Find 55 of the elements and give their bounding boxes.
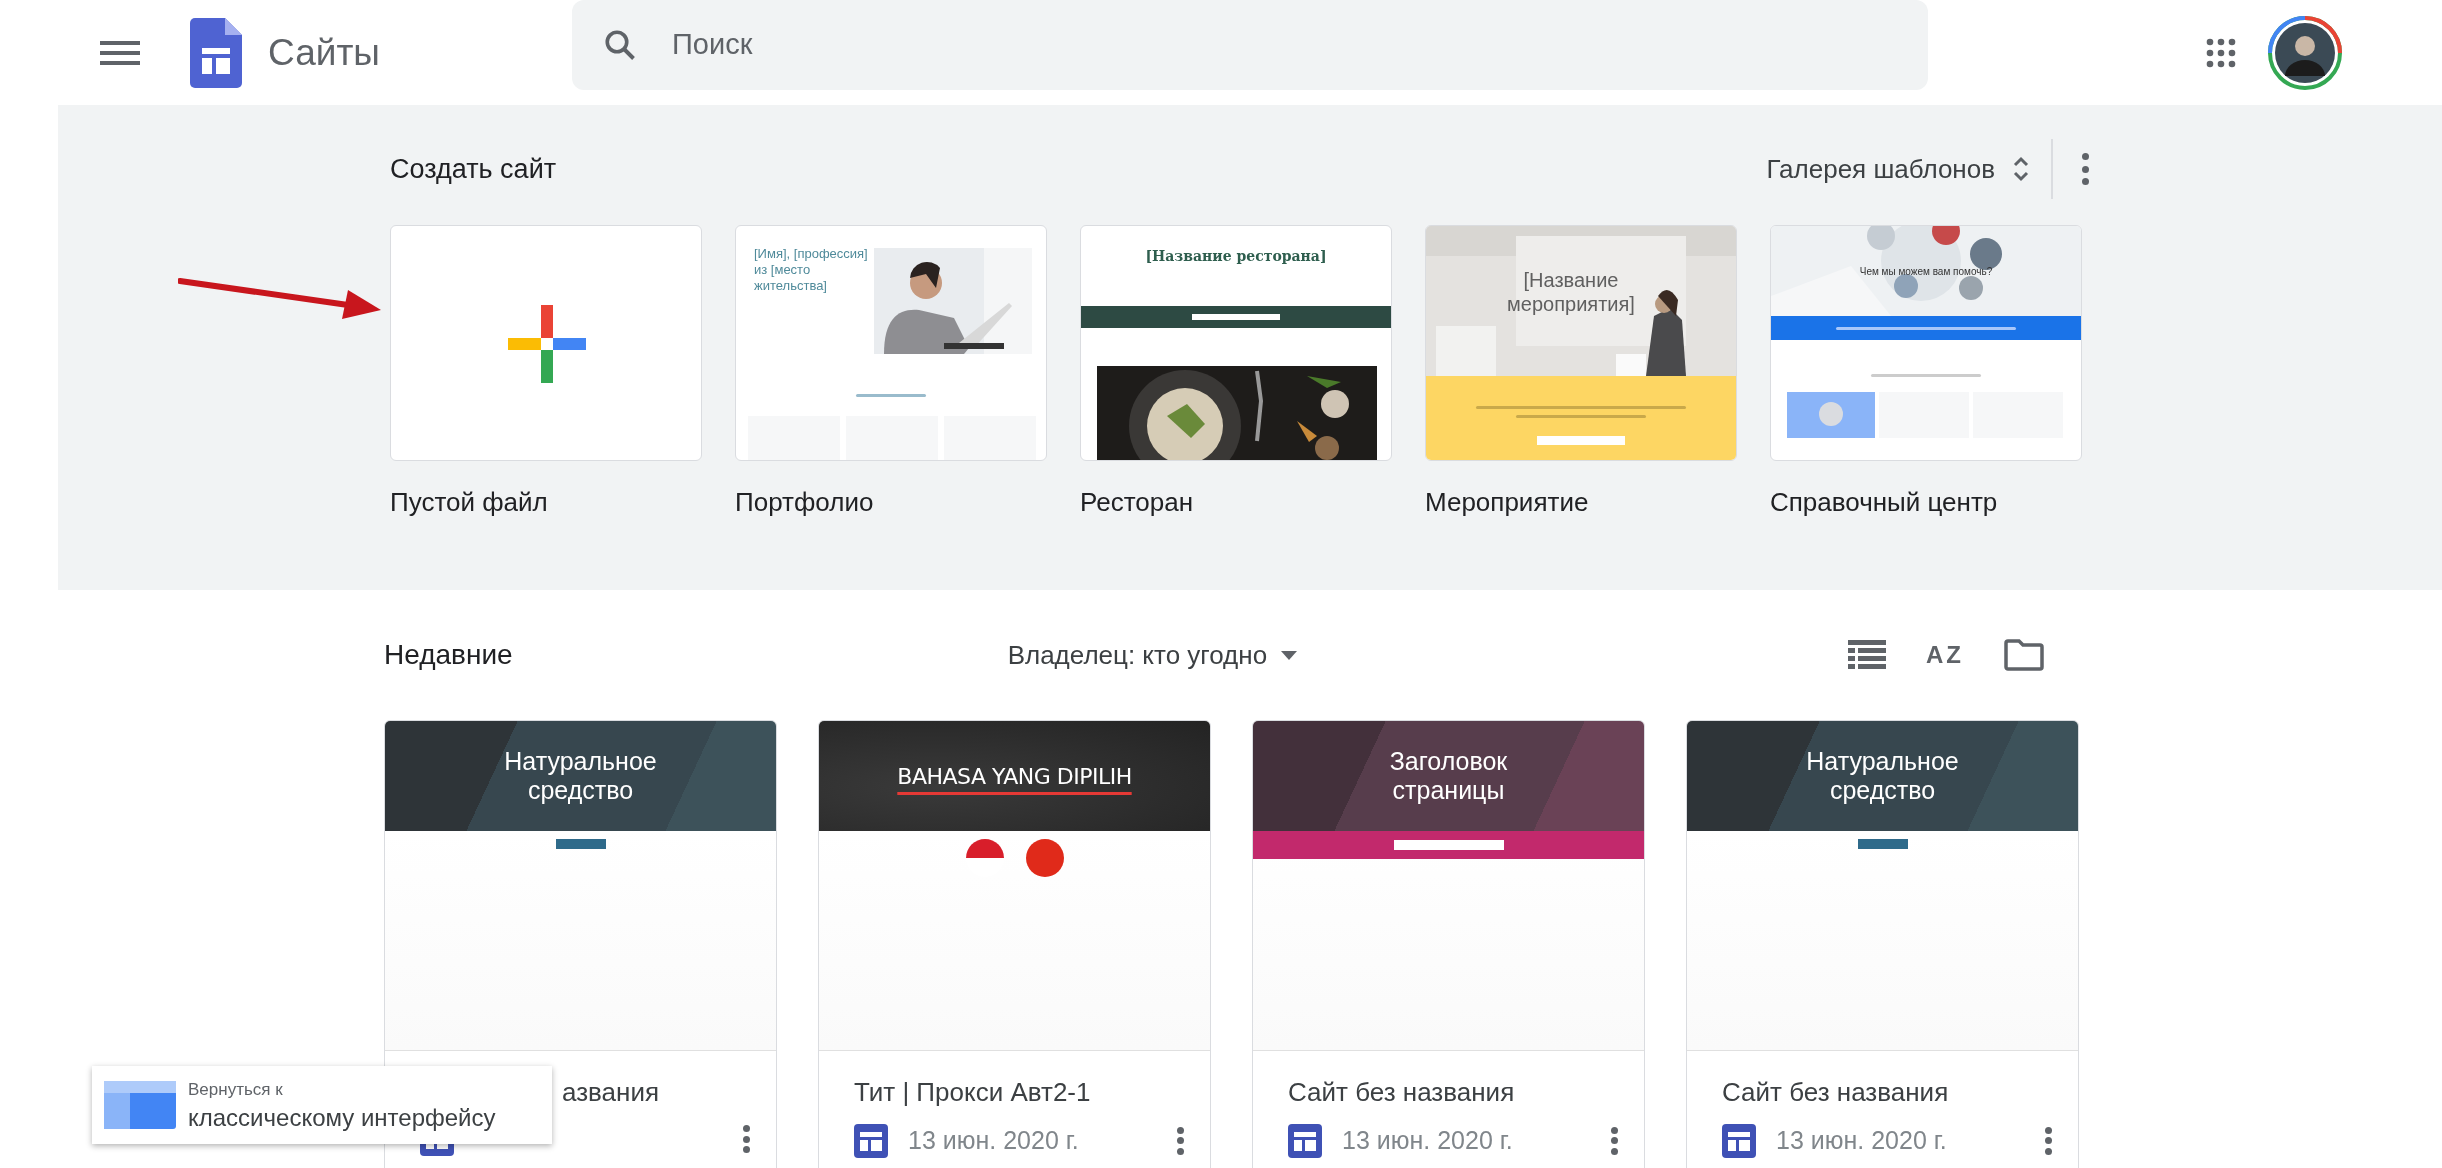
dropdown-arrow-icon [1281, 650, 1298, 660]
avatar-icon[interactable] [2268, 15, 2342, 90]
template-thumbnail[interactable] [390, 225, 702, 461]
site-card[interactable]: BAHASA YANG DIPILIH Тит | Прокси Авт2-1 13 июн. 2020 г. [818, 720, 1211, 1168]
site-date: 13 июн. 2020 г. [1342, 1125, 1513, 1156]
folder-icon[interactable] [2004, 639, 2044, 671]
template-thumbnail[interactable]: [Название мероприятия] [1425, 225, 1737, 461]
sites-logo-icon [190, 17, 242, 88]
template-thumbnail[interactable]: [Имя], [профессия] из [место жительства] [735, 225, 1047, 461]
site-date: 13 июн. 2020 г. [1776, 1125, 1947, 1156]
person-icon [1819, 402, 1843, 426]
section-title: Недавние [384, 638, 513, 672]
sort-button[interactable]: AZ [1926, 637, 1964, 673]
search-input[interactable]: Поиск [672, 23, 1472, 67]
site-card[interactable]: Натуральное средство Сайт без названия 13 июн. 2020 г. [1686, 720, 2079, 1168]
preview-heading: [Имя], [профессия] из [место жительства] [754, 246, 869, 294]
template-thumbnail[interactable]: Чем мы можем вам помочь? [1770, 225, 2082, 461]
expand-icon [2013, 155, 2029, 183]
owner-filter-dropdown[interactable]: Владелец: кто угодно [1007, 635, 1298, 675]
text-line [856, 394, 926, 397]
template-label: Ресторан [1080, 486, 1194, 519]
site-title: Сайт без названия [1722, 1076, 1950, 1109]
app-title: Сайты [268, 30, 380, 75]
site-title: Сайт без названия [1288, 1076, 1516, 1109]
preview-button [1857, 839, 1908, 849]
site-icon [1288, 1123, 1322, 1158]
banner-heading: Натуральное средство [503, 747, 658, 805]
search-field[interactable]: Поиск [572, 0, 1928, 90]
section-title: Создать сайт [390, 152, 557, 186]
preview-heading: Чем мы можем вам помочь? [1858, 265, 1994, 279]
flag-icon [1025, 839, 1064, 877]
banner-heading: Натуральное средство [1805, 747, 1960, 805]
template-gallery-toggle[interactable]: Галерея шаблонов [1766, 149, 2029, 189]
list-view-icon[interactable] [1848, 640, 1886, 670]
banner-heading: Заголовок страницы [1388, 747, 1509, 805]
template-thumbnail[interactable]: [Название ресторана] [1080, 225, 1392, 461]
site-card[interactable]: Заголовок страницы Сайт без названия 13 июн. 2020 г. [1252, 720, 1645, 1168]
site-title: Тит | Прокси Авт2-1 [854, 1076, 1092, 1109]
site-icon [854, 1123, 888, 1158]
template-label: Пустой файл [390, 486, 549, 519]
site-date: 13 июн. 2020 г. [908, 1125, 1079, 1156]
template-label: Портфолио [735, 486, 875, 519]
window-layout-icon [104, 1081, 176, 1129]
preview-button [555, 839, 606, 849]
popup-caption: Вернуться к [188, 1079, 284, 1102]
plus-icon [508, 305, 586, 383]
template-label: Справочный центр [1770, 486, 1999, 519]
site-icon [1722, 1123, 1756, 1158]
classic-interface-popup[interactable]: Вернуться к классическому интерфейсу [92, 1066, 552, 1144]
apps-grid-icon[interactable] [2206, 37, 2236, 68]
site-title: азвания [562, 1076, 661, 1109]
template-label: Мероприятие [1425, 486, 1590, 519]
banner-heading: BAHASA YANG DIPILIH [897, 762, 1132, 791]
preview-heading: [Название ресторана] [1144, 247, 1328, 266]
preview-heading: [Название мероприятия] [1506, 268, 1636, 316]
